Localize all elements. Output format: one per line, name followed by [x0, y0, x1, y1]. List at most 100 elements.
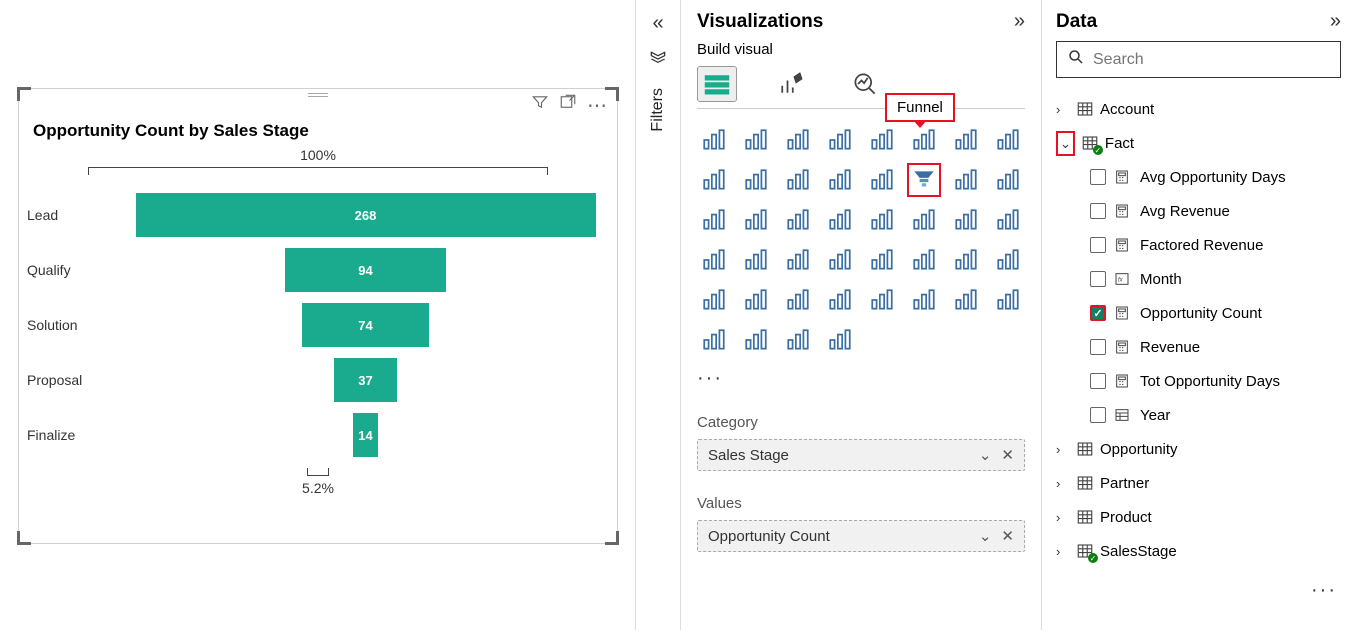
collapse-right-icon[interactable]: »: [1330, 10, 1341, 33]
viz-type-item[interactable]: [697, 243, 731, 277]
funnel-row[interactable]: Lead 268: [19, 193, 617, 237]
funnel-bar[interactable]: 94: [285, 248, 446, 292]
viz-type-item[interactable]: [907, 283, 941, 317]
remove-field-icon[interactable]: ✕: [1001, 527, 1014, 545]
viz-type-item[interactable]: [739, 323, 773, 357]
filters-pane-collapsed[interactable]: « Filters: [635, 0, 681, 630]
table-node-opportunity[interactable]: › Opportunity: [1056, 432, 1341, 466]
viz-type-item[interactable]: [865, 283, 899, 317]
viz-type-item[interactable]: [949, 123, 983, 157]
search-input[interactable]: [1093, 51, 1330, 69]
field-checkbox[interactable]: [1090, 169, 1106, 185]
viz-type-item[interactable]: [991, 203, 1025, 237]
values-field-well[interactable]: Opportunity Count ⌄✕: [697, 520, 1025, 552]
viz-type-item[interactable]: [823, 323, 857, 357]
format-visual-tab[interactable]: [771, 66, 811, 102]
field-checkbox[interactable]: [1090, 203, 1106, 219]
more-visuals-icon[interactable]: ···: [697, 367, 1025, 390]
viz-type-item[interactable]: [697, 163, 731, 197]
funnel-bar[interactable]: 37: [334, 358, 398, 402]
viz-type-item[interactable]: [781, 163, 815, 197]
viz-type-item[interactable]: [949, 203, 983, 237]
table-node-account[interactable]: › Account: [1056, 92, 1341, 126]
funnel-bar[interactable]: 268: [136, 193, 596, 237]
viz-type-item[interactable]: [949, 243, 983, 277]
field-checkbox[interactable]: [1090, 373, 1106, 389]
field-checkbox[interactable]: [1090, 407, 1106, 423]
field-row[interactable]: Factored Revenue: [1090, 228, 1341, 262]
viz-type-item[interactable]: [781, 123, 815, 157]
viz-type-item[interactable]: [949, 283, 983, 317]
viz-type-item[interactable]: [697, 323, 731, 357]
viz-type-item[interactable]: [865, 203, 899, 237]
field-row[interactable]: Revenue: [1090, 330, 1341, 364]
viz-type-item[interactable]: [991, 163, 1025, 197]
viz-type-item[interactable]: [697, 203, 731, 237]
more-options-icon[interactable]: ···: [1311, 579, 1337, 602]
more-options-icon[interactable]: ⋯: [587, 93, 607, 118]
field-row[interactable]: Tot Opportunity Days: [1090, 364, 1341, 398]
viz-type-item[interactable]: [781, 243, 815, 277]
field-row[interactable]: Avg Opportunity Days: [1090, 160, 1341, 194]
viz-type-item[interactable]: [739, 203, 773, 237]
visualizations-pane: Visualizations » Build visual Funnel ···…: [681, 0, 1042, 630]
viz-type-item[interactable]: [823, 123, 857, 157]
collapse-left-icon[interactable]: «: [652, 12, 663, 35]
viz-type-item[interactable]: [697, 123, 731, 157]
viz-type-item[interactable]: [949, 163, 983, 197]
field-checkbox[interactable]: [1090, 305, 1106, 321]
viz-type-item[interactable]: [781, 283, 815, 317]
viz-type-item[interactable]: [823, 163, 857, 197]
funnel-row[interactable]: Qualify 94: [19, 248, 617, 292]
table-node-partner[interactable]: › Partner: [1056, 466, 1341, 500]
funnel-row[interactable]: Solution 74: [19, 303, 617, 347]
viz-type-item[interactable]: [697, 283, 731, 317]
field-row[interactable]: Opportunity Count: [1090, 296, 1341, 330]
viz-type-item[interactable]: [739, 123, 773, 157]
field-checkbox[interactable]: [1090, 271, 1106, 287]
viz-type-item[interactable]: [907, 203, 941, 237]
funnel-bar[interactable]: 74: [302, 303, 429, 347]
viz-type-item[interactable]: [991, 283, 1025, 317]
chevron-down-icon[interactable]: ⌄: [979, 446, 992, 464]
viz-type-item[interactable]: [781, 203, 815, 237]
viz-type-item[interactable]: [907, 243, 941, 277]
viz-type-item[interactable]: [739, 283, 773, 317]
funnel-row[interactable]: Proposal 37: [19, 358, 617, 402]
viz-type-item[interactable]: [991, 243, 1025, 277]
funnel-bar[interactable]: 14: [353, 413, 377, 457]
viz-type-item[interactable]: [991, 123, 1025, 157]
search-box[interactable]: [1056, 41, 1341, 78]
field-row[interactable]: Year: [1090, 398, 1341, 432]
drag-handle[interactable]: [308, 93, 328, 97]
funnel-visual[interactable]: ⋯ Opportunity Count by Sales Stage 100% …: [18, 88, 618, 544]
viz-type-item[interactable]: [865, 123, 899, 157]
table-node-fact[interactable]: ⌄ Fact: [1056, 126, 1341, 160]
viz-type-item[interactable]: [907, 123, 941, 157]
viz-type-item[interactable]: [823, 283, 857, 317]
remove-field-icon[interactable]: ✕: [1001, 446, 1014, 464]
field-row[interactable]: Avg Revenue: [1090, 194, 1341, 228]
filter-icon[interactable]: [531, 93, 549, 118]
table-node-product[interactable]: › Product: [1056, 500, 1341, 534]
viz-type-item[interactable]: [823, 243, 857, 277]
chevron-down-icon[interactable]: ⌄: [979, 527, 992, 545]
report-canvas[interactable]: ⋯ Opportunity Count by Sales Stage 100% …: [0, 0, 635, 630]
viz-type-item[interactable]: [781, 323, 815, 357]
build-visual-tab[interactable]: [697, 66, 737, 102]
analytics-tab[interactable]: [845, 66, 885, 102]
collapse-right-icon[interactable]: »: [1014, 10, 1025, 33]
table-node-salesstage[interactable]: › SalesStage: [1056, 534, 1341, 568]
viz-type-item[interactable]: [739, 163, 773, 197]
viz-type-item[interactable]: [865, 163, 899, 197]
focus-mode-icon[interactable]: [559, 93, 577, 118]
field-checkbox[interactable]: [1090, 237, 1106, 253]
category-field-well[interactable]: Sales Stage ⌄✕: [697, 439, 1025, 471]
field-row[interactable]: fx Month: [1090, 262, 1341, 296]
funnel-row[interactable]: Finalize 14: [19, 413, 617, 457]
field-checkbox[interactable]: [1090, 339, 1106, 355]
viz-type-funnel[interactable]: [907, 163, 941, 197]
viz-type-item[interactable]: [865, 243, 899, 277]
viz-type-item[interactable]: [823, 203, 857, 237]
viz-type-item[interactable]: [739, 243, 773, 277]
